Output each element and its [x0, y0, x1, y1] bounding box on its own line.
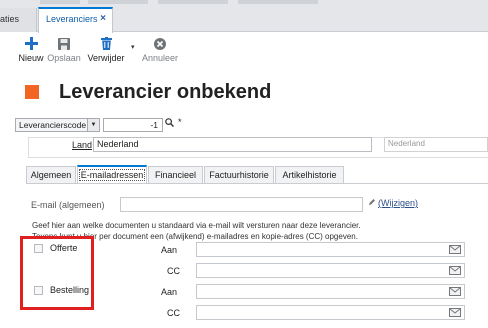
tab-ghost: [88, 0, 148, 4]
toolbar: Nieuw Opslaan Verwijder ▾ Annuleer: [0, 33, 488, 67]
tab-leveranciers[interactable]: Leveranciers ×: [38, 7, 113, 33]
tab-previous[interactable]: aties: [0, 8, 37, 32]
save-button-label: Opslaan: [47, 53, 81, 63]
land-field[interactable]: Nederland: [93, 137, 372, 152]
status-square: [25, 85, 39, 99]
new-button[interactable]: Nieuw: [18, 36, 44, 63]
tab-ghost: [40, 0, 80, 4]
code-input[interactable]: -1: [103, 118, 163, 132]
tab-previous-label: aties: [0, 14, 20, 24]
bestelling-to-field[interactable]: [196, 284, 465, 299]
tab-divider: [26, 183, 488, 184]
save-icon: [47, 36, 81, 51]
tab-ghost: [158, 0, 228, 4]
cancel-button[interactable]: Annuleer: [142, 36, 178, 63]
plus-icon: [18, 36, 44, 51]
delete-button[interactable]: Verwijder: [87, 36, 125, 63]
required-mark: *: [178, 117, 182, 127]
change-link-label: (Wijzigen): [378, 198, 419, 208]
code-type-select[interactable]: Leverancierscode ▼: [15, 118, 100, 132]
email-info-line: Geef hier aan welke documenten u standaa…: [32, 221, 361, 230]
land-field-secondary: Nederland: [384, 137, 488, 152]
email-general-label: E-mail (algemeen): [31, 200, 105, 210]
chevron-down-icon[interactable]: ▾: [131, 43, 135, 51]
tab-emailadressen-label: E-mailadressen: [78, 169, 146, 181]
delete-button-label: Verwijder: [87, 53, 125, 63]
search-icon[interactable]: [165, 118, 174, 129]
bestelling-cc-label: CC: [167, 308, 180, 318]
tab-financieel[interactable]: Financieel: [148, 166, 203, 183]
bestelling-cc-field[interactable]: [196, 305, 465, 320]
offerte-cc-field[interactable]: [196, 263, 465, 278]
cancel-icon: [142, 36, 178, 51]
tab-artikelhistorie-label: Artikelhistorie: [282, 170, 337, 180]
email-general-field[interactable]: [120, 197, 363, 212]
tab-algemeen[interactable]: Algemeen: [26, 166, 76, 183]
mail-icon[interactable]: [449, 266, 461, 275]
offerte-to-field[interactable]: [196, 242, 465, 257]
save-button[interactable]: Opslaan: [47, 36, 81, 63]
offerte-cc-label: CC: [167, 266, 180, 276]
highlight-box: [20, 236, 94, 310]
tab-ghost: [238, 0, 318, 4]
code-type-label: Leverancierscode: [19, 120, 87, 130]
tab-financieel-label: Financieel: [154, 170, 197, 180]
tab-factuurhistorie[interactable]: Factuurhistorie: [204, 166, 274, 183]
bestelling-to-label: Aan: [160, 287, 177, 297]
close-icon[interactable]: ×: [100, 13, 106, 24]
page-title: Leverancier onbekend: [59, 81, 272, 103]
edit-icon: [368, 198, 378, 208]
mail-icon[interactable]: [449, 287, 461, 296]
email-info-line: Tevens kunt u hier per document een (afw…: [32, 231, 358, 241]
tab-factuurhistorie-label: Factuurhistorie: [209, 170, 269, 180]
tab-artikelhistorie[interactable]: Artikelhistorie: [275, 166, 344, 183]
cancel-button-label: Annuleer: [142, 53, 179, 63]
mail-icon[interactable]: [449, 245, 461, 254]
tab-algemeen-label: Algemeen: [30, 170, 72, 180]
tab-leveranciers-label: Leveranciers: [46, 14, 98, 24]
new-button-label: Nieuw: [18, 53, 44, 63]
change-link[interactable]: (Wijzigen): [368, 198, 418, 208]
trash-icon: [87, 36, 125, 51]
email-info-text: Geef hier aan welke documenten u standaa…: [32, 221, 482, 242]
tab-emailadressen[interactable]: E-mailadressen: [77, 165, 147, 184]
offerte-to-label: Aan: [160, 245, 177, 255]
land-label: Land: [72, 140, 93, 150]
chevron-down-icon[interactable]: ▼: [87, 119, 99, 131]
mail-icon[interactable]: [449, 308, 461, 317]
document-tab-strip: aties Leveranciers ×: [0, 0, 488, 33]
